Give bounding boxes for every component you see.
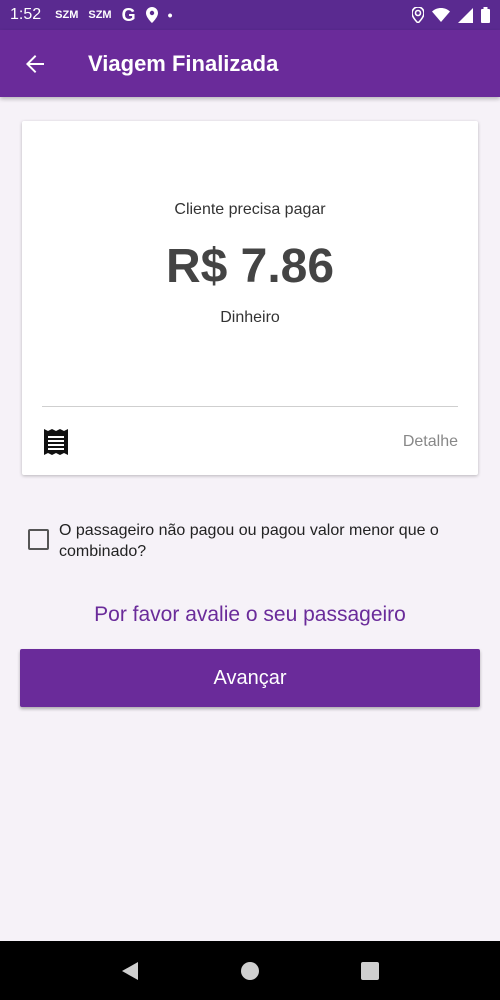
unpaid-checkbox[interactable] [28, 529, 49, 550]
circle-home-icon [241, 961, 259, 980]
navigation-bar [0, 941, 500, 1000]
detail-link[interactable]: Detalhe [403, 433, 458, 451]
triangle-back-icon [122, 961, 138, 980]
szm-notification-icon: SZM [55, 9, 79, 21]
nav-home-button[interactable] [238, 959, 262, 983]
payment-label: Cliente precisa pagar [174, 201, 326, 218]
page-title: Viagem Finalizada [88, 50, 279, 76]
location-pin-icon [145, 7, 158, 23]
back-button[interactable] [0, 30, 70, 97]
status-bar: 1:52 SZM SZM G • [0, 0, 500, 30]
status-time: 1:52 [10, 6, 42, 23]
payment-card: Cliente precisa pagar R$ 7.86 Dinheiro D… [22, 121, 478, 475]
next-button[interactable]: Avançar [20, 649, 480, 707]
card-divider [42, 406, 458, 407]
payment-method: Dinheiro [220, 309, 280, 326]
nav-back-button[interactable] [118, 959, 142, 983]
system-icons [412, 7, 490, 23]
arrow-back-icon [26, 54, 44, 73]
receipt-icon[interactable] [44, 429, 68, 455]
payment-amount: R$ 7.86 [165, 240, 335, 293]
battery-icon [481, 7, 490, 23]
notification-icons: SZM SZM G • [55, 5, 172, 26]
square-recents-icon [361, 961, 379, 980]
unpaid-checkbox-row[interactable]: O passageiro não pagou ou pagou valor me… [28, 520, 478, 562]
rate-passenger-link[interactable]: Por favor avalie o seu passageiro [0, 603, 500, 627]
signal-icon [458, 7, 473, 23]
unpaid-checkbox-label[interactable]: O passageiro não pagou ou pagou valor me… [59, 520, 478, 562]
location-icon [412, 7, 424, 23]
szm-notification-icon: SZM [88, 9, 112, 21]
google-icon: G [121, 4, 136, 25]
app-bar: Viagem Finalizada [0, 30, 500, 97]
nav-recents-button[interactable] [358, 959, 382, 983]
dot-icon: • [167, 7, 173, 23]
wifi-icon [432, 8, 450, 22]
